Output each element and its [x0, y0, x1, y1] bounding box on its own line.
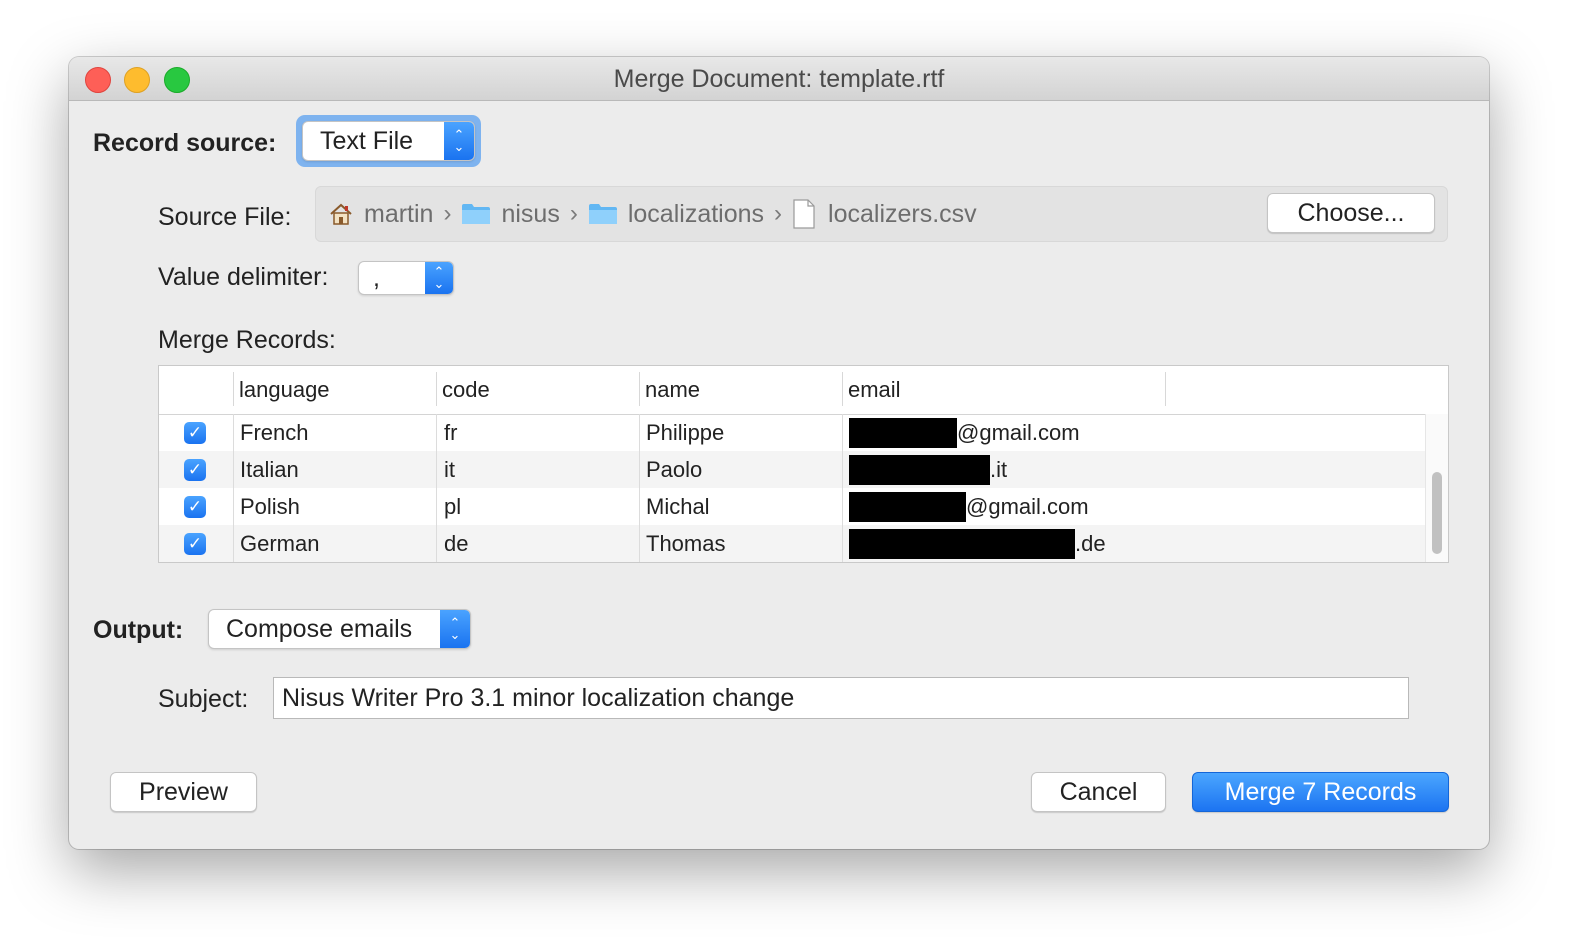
column-header-name[interactable]: name [639, 366, 842, 414]
value-delimiter-label: Value delimiter: [158, 263, 329, 291]
output-popup[interactable]: Compose emails ⌃ ⌄ [208, 609, 471, 649]
preview-button[interactable]: Preview [110, 772, 257, 812]
cell-code: it [444, 456, 455, 482]
table-header: language code name email [159, 366, 1448, 415]
checkbox[interactable]: ✓ [184, 459, 206, 481]
cell-language: German [240, 530, 320, 556]
table-scrollbar[interactable] [1425, 414, 1448, 562]
table-row[interactable]: ✓ Italian it Paolo .it [159, 451, 1425, 488]
cell-email: .it [849, 451, 1007, 488]
cell-email: @gmail.com [849, 414, 1080, 451]
cell-name: Thomas [646, 530, 726, 556]
record-source-value: Text File [320, 126, 414, 155]
path-separator: › [569, 200, 578, 227]
merge-document-dialog: Merge Document: template.rtf Record sour… [69, 57, 1489, 849]
redaction-block [849, 491, 966, 522]
merge-records-table: language code name email ✓ French fr Phi… [158, 365, 1449, 563]
path-item-home[interactable]: martin [328, 200, 433, 229]
path-item-file[interactable]: localizers.csv [792, 199, 977, 229]
output-value: Compose emails [226, 614, 413, 643]
popup-stepper-icon: ⌃ ⌄ [440, 610, 470, 648]
cell-language: Italian [240, 456, 299, 482]
redaction-block [849, 528, 1075, 559]
cell-code: de [444, 530, 469, 556]
value-delimiter-value: , [373, 263, 380, 292]
cell-language: French [240, 419, 309, 445]
checkbox[interactable]: ✓ [184, 496, 206, 518]
merge-records-button[interactable]: Merge 7 Records [1192, 772, 1449, 812]
folder-icon [462, 204, 491, 224]
column-header-code[interactable]: code [436, 366, 639, 414]
value-delimiter-popup[interactable]: , ⌃ ⌄ [358, 261, 454, 295]
popup-stepper-icon: ⌃ ⌄ [425, 262, 453, 294]
path-separator: › [774, 200, 783, 227]
source-file-label: Source File: [158, 203, 292, 231]
subject-label: Subject: [158, 685, 249, 713]
table-row[interactable]: ✓ German de Thomas .de [159, 525, 1425, 562]
column-header-language[interactable]: language [233, 366, 436, 414]
table-row[interactable]: ✓ Polish pl Michal @gmail.com [159, 488, 1425, 525]
folder-icon [588, 204, 617, 224]
home-icon [330, 203, 352, 225]
scrollbar-thumb[interactable] [1432, 472, 1442, 554]
cell-language: Polish [240, 493, 300, 519]
table-row[interactable]: ✓ French fr Philippe @gmail.com [159, 414, 1425, 451]
cell-name: Paolo [646, 456, 703, 482]
path-item-label: martin [364, 199, 434, 228]
record-source-label: Record source: [93, 129, 277, 157]
path-item-label: nisus [501, 199, 560, 228]
subject-field[interactable]: Nisus Writer Pro 3.1 minor localization … [273, 677, 1409, 719]
title-bar: Merge Document: template.rtf [69, 57, 1489, 101]
cell-code: pl [444, 493, 462, 519]
cell-code: fr [444, 419, 458, 445]
path-item-label: localizers.csv [828, 199, 977, 228]
record-source-popup[interactable]: Text File ⌃ ⌄ [302, 121, 475, 161]
popup-stepper-icon: ⌃ ⌄ [444, 122, 474, 160]
path-item-folder[interactable]: nisus [461, 199, 560, 229]
file-icon [793, 199, 815, 229]
path-separator: › [443, 200, 452, 227]
path-item-label: localizations [627, 199, 765, 228]
cell-name: Michal [646, 493, 710, 519]
cell-email: .de [849, 525, 1106, 562]
choose-button[interactable]: Choose... [1267, 193, 1435, 233]
cancel-button[interactable]: Cancel [1031, 772, 1166, 812]
redaction-block [849, 454, 990, 485]
cell-name: Philippe [646, 419, 725, 445]
column-header-email[interactable]: email [842, 366, 1162, 414]
checkbox[interactable]: ✓ [184, 533, 206, 555]
redaction-block [849, 417, 957, 448]
path-item-folder[interactable]: localizations [588, 200, 764, 229]
checkbox[interactable]: ✓ [184, 422, 206, 444]
path-breadcrumb: martin › nisus › localizations › localiz… [328, 187, 977, 241]
window-title: Merge Document: template.rtf [613, 65, 945, 93]
merge-records-label: Merge Records: [158, 326, 336, 354]
output-label: Output: [93, 616, 184, 644]
cell-email: @gmail.com [849, 488, 1089, 525]
